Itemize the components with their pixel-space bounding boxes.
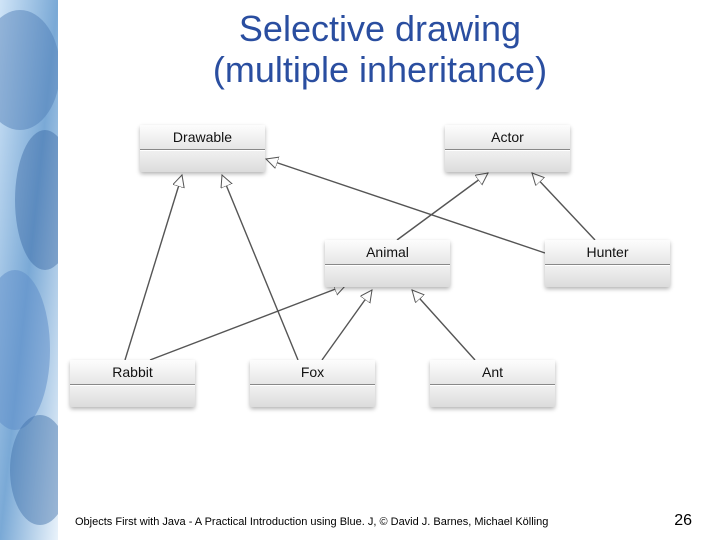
uml-diagram: Drawable Actor Animal Hunter Rabbit Fox … <box>70 125 680 435</box>
class-animal: Animal <box>325 240 450 287</box>
decorative-sidebar <box>0 0 58 540</box>
class-drawable: Drawable <box>140 125 265 172</box>
class-name: Rabbit <box>70 360 195 385</box>
class-rabbit: Rabbit <box>70 360 195 407</box>
class-body <box>445 150 570 172</box>
class-fox: Fox <box>250 360 375 407</box>
edge-fox-animal <box>322 290 372 360</box>
edge-rabbit-drawable <box>125 175 182 360</box>
class-body <box>545 265 670 287</box>
edge-animal-actor <box>397 173 488 240</box>
class-body <box>325 265 450 287</box>
footer-citation: Objects First with Java - A Practical In… <box>75 516 548 528</box>
title-line-2: (multiple inheritance) <box>213 49 547 90</box>
edge-hunter-drawable <box>266 159 545 253</box>
class-hunter: Hunter <box>545 240 670 287</box>
class-body <box>430 385 555 407</box>
class-name: Drawable <box>140 125 265 150</box>
page-title: Selective drawing (multiple inheritance) <box>80 8 680 91</box>
edge-rabbit-animal <box>150 285 346 360</box>
class-ant: Ant <box>430 360 555 407</box>
class-body <box>70 385 195 407</box>
class-name: Actor <box>445 125 570 150</box>
class-name: Animal <box>325 240 450 265</box>
class-name: Ant <box>430 360 555 385</box>
class-name: Fox <box>250 360 375 385</box>
class-name: Hunter <box>545 240 670 265</box>
class-actor: Actor <box>445 125 570 172</box>
edge-ant-animal <box>412 290 475 360</box>
title-line-1: Selective drawing <box>239 8 521 49</box>
edge-fox-drawable <box>222 175 298 360</box>
class-body <box>140 150 265 172</box>
edge-hunter-actor <box>532 173 595 240</box>
page-number: 26 <box>674 512 692 530</box>
class-body <box>250 385 375 407</box>
